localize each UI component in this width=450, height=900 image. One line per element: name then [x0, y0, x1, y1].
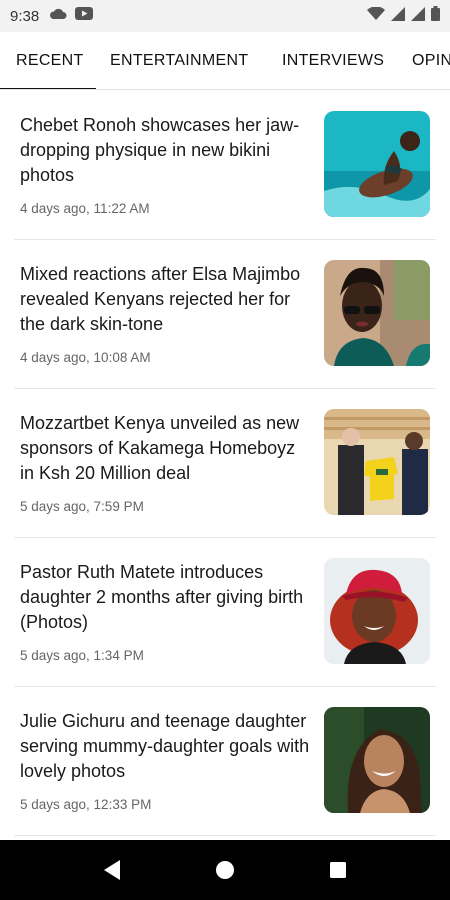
- active-tab-indicator: [0, 88, 96, 89]
- signal-icon: [391, 6, 405, 26]
- cloud-icon: [49, 7, 67, 25]
- tab-label: INTERVIEWS: [282, 52, 385, 69]
- tab-opinion[interactable]: OPINION: [412, 32, 450, 89]
- tab-entertainment[interactable]: ENTERTAINMENT: [110, 32, 249, 89]
- article-timestamp: 4 days ago, 10:08 AM: [20, 350, 151, 365]
- divider: [14, 835, 436, 836]
- jersey-presentation-photo: [324, 409, 430, 515]
- woman-smiling-photo: [324, 707, 430, 813]
- status-time: 9:38: [10, 7, 40, 25]
- article-title: Mixed reactions after Elsa Majimbo revea…: [20, 264, 301, 334]
- article-item[interactable]: Pastor Ruth Matete introduces daughter 2…: [0, 538, 450, 687]
- battery-icon: [431, 6, 440, 26]
- status-bar: 9:38: [0, 0, 450, 32]
- category-tabs: RECENT ENTERTAINMENT INTERVIEWS OPINION: [0, 32, 450, 90]
- article-item[interactable]: Mixed reactions after Elsa Majimbo revea…: [0, 240, 450, 389]
- recents-button[interactable]: [308, 840, 368, 900]
- article-title: Julie Gichuru and teenage daughter servi…: [20, 711, 310, 781]
- back-button[interactable]: [82, 840, 142, 900]
- article-timestamp: 4 days ago, 11:22 AM: [20, 201, 150, 216]
- article-thumbnail: [324, 558, 430, 664]
- article-feed: Chebet Ronoh showcases her jaw-dropping …: [0, 91, 450, 836]
- article-thumbnail: [324, 260, 430, 366]
- article-item[interactable]: Mozzartbet Kenya unveiled as new sponsor…: [0, 389, 450, 538]
- article-title: Pastor Ruth Matete introduces daughter 2…: [20, 562, 304, 632]
- wifi-icon: [367, 5, 385, 26]
- tab-label: RECENT: [16, 52, 84, 69]
- article-item[interactable]: Julie Gichuru and teenage daughter servi…: [0, 687, 450, 836]
- article-timestamp: 5 days ago, 7:59 PM: [20, 499, 144, 514]
- tab-interviews[interactable]: INTERVIEWS: [282, 32, 385, 89]
- tab-label: ENTERTAINMENT: [110, 52, 249, 69]
- article-timestamp: 5 days ago, 1:34 PM: [20, 648, 144, 663]
- article-thumbnail: [324, 409, 430, 515]
- woman-sunglasses-photo: [324, 260, 430, 366]
- home-icon: [216, 861, 234, 879]
- article-title: Mozzartbet Kenya unveiled as new sponsor…: [20, 413, 300, 483]
- back-icon: [104, 860, 120, 880]
- woman-red-cap-photo: [324, 558, 430, 664]
- article-title: Chebet Ronoh showcases her jaw-dropping …: [20, 115, 300, 185]
- article-item[interactable]: Chebet Ronoh showcases her jaw-dropping …: [0, 91, 450, 240]
- youtube-icon: [75, 7, 94, 25]
- home-button[interactable]: [195, 840, 255, 900]
- tab-label: OPINION: [412, 52, 450, 69]
- recents-icon: [330, 862, 346, 878]
- woman-pool-photo: [324, 111, 430, 217]
- article-thumbnail: [324, 707, 430, 813]
- tab-recent[interactable]: RECENT: [16, 32, 84, 89]
- article-thumbnail: [324, 111, 430, 217]
- system-nav-bar: [0, 840, 450, 900]
- article-timestamp: 5 days ago, 12:33 PM: [20, 797, 152, 812]
- signal-icon: [411, 6, 425, 26]
